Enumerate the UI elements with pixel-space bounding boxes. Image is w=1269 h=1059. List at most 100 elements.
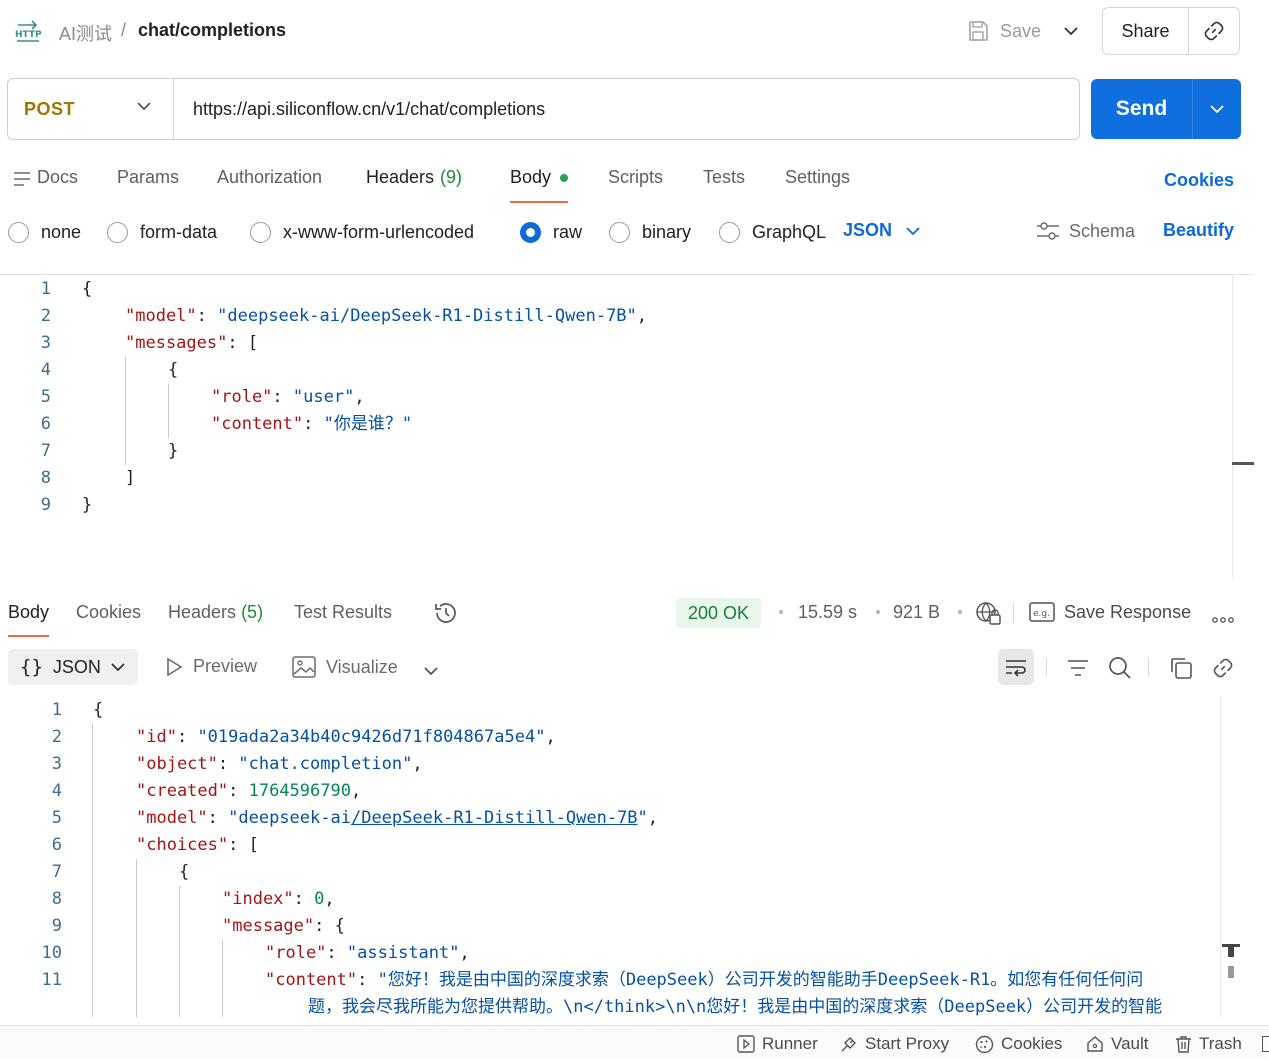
runner-label: Runner [762, 1034, 818, 1053]
separator-dot [958, 610, 962, 614]
code-line: { [168, 360, 179, 380]
method-select[interactable]: POST [8, 79, 174, 139]
radio-binary[interactable]: binary [609, 220, 691, 244]
status-badge[interactable]: 200 OK [676, 598, 762, 628]
url-input[interactable] [174, 79, 1079, 139]
request-scrollbar[interactable] [1232, 274, 1254, 579]
network-globe-icon[interactable] [975, 600, 1001, 626]
response-tab-test-results[interactable]: Test Results [294, 602, 392, 637]
line-number: 9 [51, 916, 62, 936]
response-time[interactable]: 15.59 s [798, 602, 857, 623]
line-number: 4 [51, 781, 62, 801]
save-options-chevron[interactable] [1058, 16, 1084, 46]
radio-urlencoded[interactable]: x-www-form-urlencoded [250, 220, 474, 244]
svg-text:e.g.: e.g. [1033, 609, 1050, 619]
start-proxy-button[interactable]: Start Proxy [840, 1034, 949, 1054]
preview-button[interactable]: Preview [165, 656, 257, 677]
search-button[interactable] [1107, 655, 1133, 681]
code-line: "id": "019ada2a34b40c9426d71f804867a5e4"… [136, 727, 556, 747]
radio-label: form-data [140, 221, 218, 242]
scrollbar-thumb[interactable] [1232, 462, 1254, 465]
json-link[interactable]: /DeepSeek-R1-Distill-Qwen-7B [351, 808, 638, 828]
wrap-lines-button[interactable] [998, 649, 1034, 685]
cookies-link[interactable]: Cookies [1164, 170, 1234, 191]
line-number: 4 [40, 360, 51, 380]
json-string: 题，我会尽我所能为您提供帮助。\n</think>\n\n您好！我是由中国的深度… [308, 997, 1163, 1017]
tab-headers[interactable]: Headers (9) [366, 167, 462, 203]
cookies-status-button[interactable]: Cookies [975, 1034, 1062, 1054]
response-tab-headers-count: (5) [241, 602, 264, 622]
save-button[interactable]: Save [966, 16, 1041, 46]
line-number: 9 [40, 495, 51, 515]
tab-docs[interactable]: Docs [13, 167, 78, 203]
tab-authorization[interactable]: Authorization [217, 167, 322, 203]
response-format-select[interactable]: {} JSON [8, 649, 138, 685]
json-key: "choices" [136, 835, 229, 855]
tab-body[interactable]: Body [510, 167, 569, 203]
code-line: } [82, 495, 93, 515]
more-options-icon[interactable] [1212, 608, 1234, 629]
body-modified-dot [560, 174, 569, 182]
divider [1046, 658, 1047, 676]
copy-button[interactable] [1168, 655, 1194, 681]
send-options-chevron[interactable] [1193, 79, 1241, 139]
scrollbar-thumb-handle[interactable] [1228, 947, 1234, 957]
radio-label: x-www-form-urlencoded [283, 221, 475, 242]
tab-docs-label: Docs [37, 167, 79, 187]
radio-none[interactable]: none [8, 220, 81, 244]
history-icon[interactable] [433, 600, 459, 626]
tab-tests[interactable]: Tests [703, 167, 745, 203]
visualize-options-chevron[interactable] [424, 660, 438, 681]
body-format-select[interactable]: JSON [843, 220, 920, 241]
method-label: POST [24, 98, 76, 119]
sliders-icon [1037, 222, 1059, 240]
breadcrumb-separator: / [121, 20, 127, 40]
search-icon [1109, 657, 1131, 679]
beautify-button[interactable]: Beautify [1163, 220, 1234, 241]
radio-raw[interactable]: raw [520, 220, 582, 244]
chevron-down-icon [137, 102, 151, 111]
response-size[interactable]: 921 B [893, 602, 940, 623]
visualize-button[interactable]: Visualize [292, 656, 398, 678]
runner-button[interactable]: Runner [737, 1034, 818, 1054]
chevron-down-icon [906, 226, 920, 235]
breadcrumb-current[interactable]: chat/completions [138, 20, 286, 41]
radio-graphql[interactable]: GraphQL [719, 220, 826, 244]
response-tab-cookies[interactable]: Cookies [76, 602, 141, 637]
indent-guide [125, 357, 126, 465]
code-line: "message": { [222, 916, 345, 936]
vault-label: Vault [1111, 1034, 1149, 1053]
schema-button[interactable]: Schema [1036, 220, 1135, 242]
tab-settings[interactable]: Settings [785, 167, 850, 203]
line-number: 8 [40, 468, 51, 488]
radio-label: binary [642, 221, 692, 242]
share-button[interactable]: Share [1103, 8, 1189, 54]
filter-button[interactable] [1065, 655, 1091, 681]
copy-link-response-button[interactable] [1210, 655, 1236, 681]
response-body-viewer[interactable]: 1 2 3 4 5 6 7 8 9 10 11 { "id": "019ada2… [0, 697, 1220, 1017]
send-button[interactable]: Send [1091, 79, 1193, 139]
json-key: "role" [265, 943, 327, 963]
code-line: "model": "deepseek-ai/DeepSeek-R1-Distil… [136, 808, 659, 828]
line-number: 11 [41, 970, 62, 990]
vault-button[interactable]: Vault [1086, 1034, 1149, 1054]
tab-params[interactable]: Params [117, 167, 179, 203]
line-number: 2 [51, 727, 62, 747]
response-tab-headers[interactable]: Headers (5) [168, 602, 263, 637]
breadcrumb-parent[interactable]: AI测试 [59, 20, 112, 46]
response-tab-body[interactable]: Body [8, 602, 50, 637]
tab-scripts[interactable]: Scripts [608, 167, 663, 203]
trash-button[interactable]: Trash [1175, 1034, 1242, 1054]
indent-guide [168, 384, 169, 438]
line-number: 3 [51, 754, 62, 774]
vault-icon [1087, 1036, 1103, 1052]
save-response-button[interactable]: e.g. Save Response [1029, 601, 1191, 623]
json-number: 1764596790 [248, 781, 351, 801]
radio-form-data[interactable]: form-data [107, 220, 217, 244]
copy-link-button[interactable] [1189, 8, 1239, 54]
divider [1148, 658, 1149, 676]
panel-toggle-icon[interactable] [1262, 1036, 1269, 1052]
line-number: 1 [51, 700, 62, 720]
status-bar [0, 1025, 1269, 1059]
request-body-editor[interactable]: 1 2 3 4 5 6 7 8 9 { "model": "deepseek-a… [0, 274, 1254, 579]
